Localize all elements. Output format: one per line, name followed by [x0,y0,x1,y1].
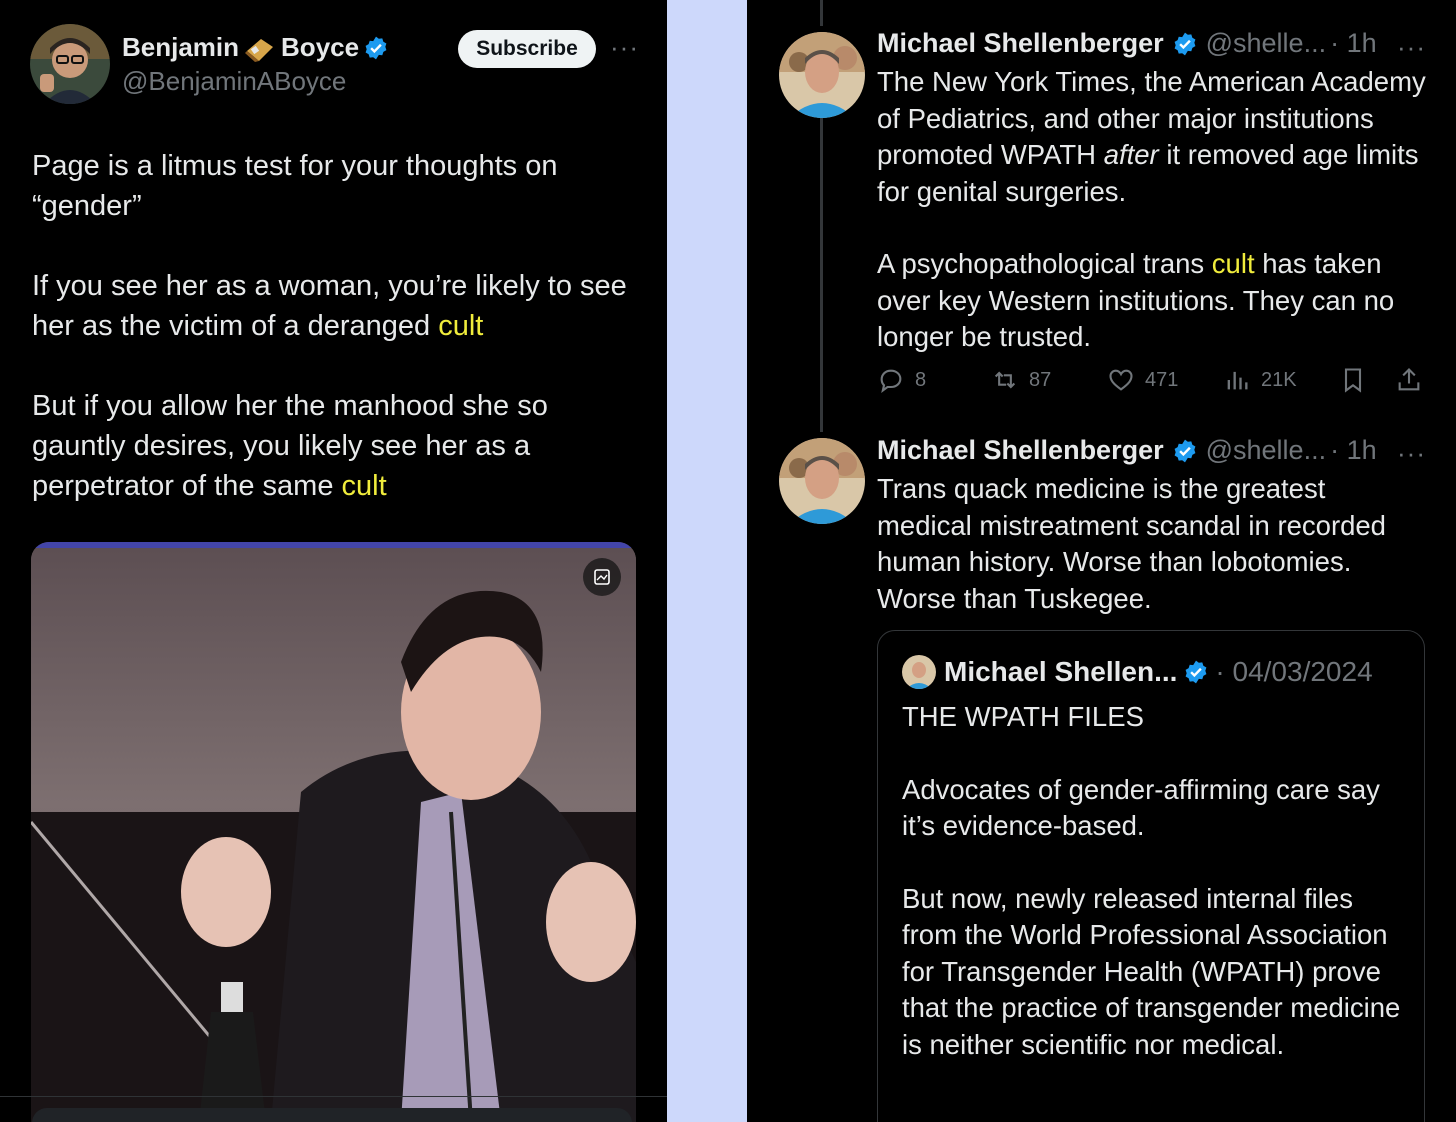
tweet-text: Trans quack medicine is the greatest med… [877,473,1386,614]
paragraph-text: If you see her as a woman, you’re likely… [32,270,627,342]
tweet-header: Michael Shellenberger @shelle... · 1h [877,28,1377,59]
repost-count: 87 [1029,368,1052,391]
verified-badge-icon [363,35,389,61]
views-icon [1227,371,1248,390]
quote-author-avatar [902,655,936,689]
verified-badge-icon [1172,31,1198,57]
author-handle[interactable]: @shelle... [1206,28,1326,59]
like-count: 471 [1145,368,1179,391]
author-avatar[interactable] [30,24,110,104]
view-count: 21K [1261,368,1297,391]
quote-paragraph-2: Advocates of gender-affirming care say i… [902,773,1380,842]
share-button[interactable] [1395,366,1423,394]
quote-paragraph-3: But now, newly released internal files f… [902,882,1401,1060]
more-options-icon[interactable]: ··· [610,34,639,60]
highlighted-word: cult [341,470,387,502]
share-icon [1398,368,1420,391]
tweet-header: Michael Shellenberger @shelle... · 1h [877,435,1377,466]
verified-badge-icon [1183,659,1209,685]
reply-bar[interactable] [32,1108,632,1122]
author-name[interactable]: Michael Shellenberger [877,435,1164,466]
thread-line [820,118,823,432]
verified-badge-icon [1172,438,1198,464]
divider [0,1096,667,1097]
post-paragraph-2: If you see her as a woman, you’re likely… [32,266,642,346]
reply-count: 8 [915,368,927,391]
timestamp[interactable]: · 1h [1330,28,1377,59]
bookmark-button[interactable] [1339,366,1395,394]
video-media[interactable] [31,542,636,1122]
quoted-tweet[interactable]: Michael Shellen... · 04/03/2024 THE WPAT… [877,630,1425,1122]
post-text: Page is a litmus test for your thoughts … [32,146,642,546]
quote-header: Michael Shellen... · 04/03/2024 [902,655,1373,689]
repost-button[interactable]: 87 [991,366,1107,394]
heart-icon [1109,369,1133,391]
right-thread-panel: Michael Shellenberger @shelle... · 1h ··… [747,0,1456,1122]
timestamp[interactable]: · 1h [1330,435,1377,466]
thread-line [820,0,823,26]
like-button[interactable]: 471 [1107,366,1223,394]
quote-paragraph-1: THE WPATH FILES [902,701,1144,732]
highlighted-word: cult [1211,248,1255,279]
tweet-actions: 8 87 471 21K [877,366,1437,394]
panel-divider [667,0,747,1122]
post-paragraph-3: But if you allow her the manhood she so … [32,386,642,506]
bookmark-icon [1344,368,1362,393]
author-first-name: Benjamin [122,32,240,62]
quote-date: · 04/03/2024 [1215,656,1373,687]
post-paragraph-1: Page is a litmus test for your thoughts … [32,146,642,226]
author-name[interactable]: Benjamin Boyce [122,32,389,63]
author-avatar[interactable] [779,438,865,524]
more-options-icon[interactable]: ··· [1397,440,1426,466]
media-settings-icon[interactable] [583,558,621,596]
tweet-paragraph-1: The New York Times, the American Academy… [877,64,1427,210]
author-name[interactable]: Michael Shellenberger [877,28,1164,59]
author-avatar[interactable] [779,32,865,118]
more-options-icon[interactable]: ··· [1397,34,1426,60]
quote-text: THE WPATH FILES Advocates of gender-affi… [902,699,1412,1099]
views-button[interactable]: 21K [1223,366,1339,394]
tweet-text: The New York Times, the American Academy… [877,64,1427,392]
tweet-paragraph-2: A psychopathological trans cult has take… [877,246,1427,356]
reply-icon [880,369,902,394]
repost-icon [994,371,1016,389]
quote-author-name: Michael Shellen... [944,656,1178,687]
highlighted-word: cult [438,310,484,342]
author-last-name: Boyce [281,32,360,62]
paragraph-text: A psychopathological trans [877,248,1212,279]
bomb-emoji-icon [243,33,277,63]
reply-button[interactable]: 8 [877,366,991,394]
paragraph-text: Page is a litmus test for your thoughts … [32,150,558,222]
italic-word: after [1103,139,1159,170]
paragraph-text: But if you allow her the manhood she so … [32,390,548,502]
author-handle[interactable]: @shelle... [1206,435,1326,466]
author-handle[interactable]: @BenjaminABoyce [122,66,346,97]
left-post-panel: Benjamin Boyce @BenjaminABoyce Subscribe… [0,0,667,1122]
subscribe-button[interactable]: Subscribe [458,30,596,68]
